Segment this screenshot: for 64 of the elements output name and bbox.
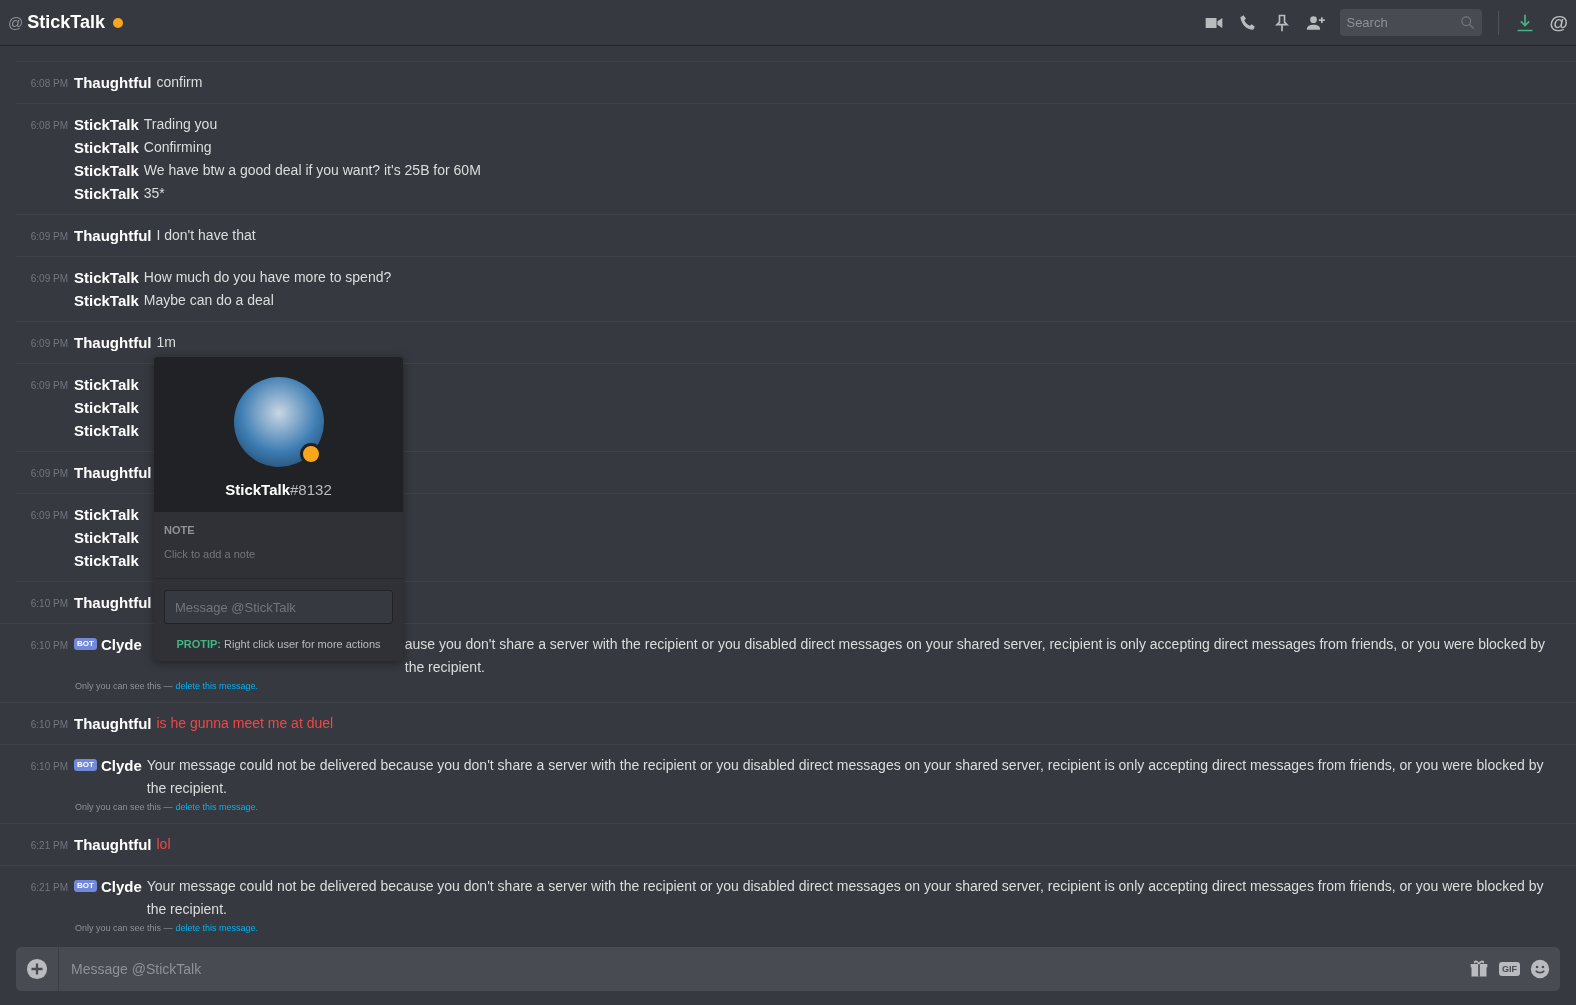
protip-text: PROTIP: Right click user for more actions: [175, 638, 382, 650]
note-label: NOTE: [164, 524, 196, 537]
ephemeral-note: Only you can see this —: [75, 681, 173, 691]
username[interactable]: StickTalk: [74, 182, 139, 205]
download-icon[interactable]: [1515, 12, 1536, 33]
username[interactable]: StickTalk: [74, 289, 139, 312]
ephemeral-note: Only you can see this —: [75, 802, 173, 812]
username[interactable]: StickTalk: [74, 549, 139, 572]
timestamp: 6:21 PM: [29, 839, 69, 853]
delete-message-link[interactable]: delete this message.: [175, 681, 259, 691]
message-text: confirm: [156, 73, 204, 92]
username[interactable]: StickTalk: [74, 373, 139, 396]
message-text: Trading you: [143, 115, 219, 134]
message-text: lol: [156, 835, 172, 854]
username[interactable]: Thaughtful: [74, 224, 152, 247]
message-text: Maybe can do a deal: [143, 291, 275, 310]
message-text: Your message could not be delivered because you don't share a server with the recipient or you disabled direct messages on your shared server, recipient is only accepting direct messages from friends, or you were blocked by the recipient.: [146, 756, 1545, 798]
username[interactable]: Clyde: [100, 754, 142, 777]
username[interactable]: Thaughtful: [74, 833, 152, 856]
message-field[interactable]: Message @StickTalk: [164, 590, 393, 624]
bot-tag: BOT: [74, 759, 97, 771]
message-text: Your message could not be delivered because you don't share a server with the recipient or you disabled direct messages on your shared server, recipient is only accepting direct messages from friends, or you were blocked by the recipient.: [146, 877, 1545, 919]
message-text: Confirming: [143, 138, 213, 157]
username[interactable]: Thaughtful: [74, 591, 152, 614]
message-text: is he gunna meet me at duel: [156, 714, 335, 733]
username[interactable]: Thaughtful: [74, 71, 152, 94]
message-text: 35*: [143, 184, 166, 203]
gif-button[interactable]: GIF: [1499, 962, 1520, 976]
username[interactable]: Clyde: [100, 633, 142, 656]
at-sign: @: [8, 14, 24, 31]
mentions-button[interactable]: @: [1549, 11, 1568, 34]
username[interactable]: StickTalk: [74, 503, 139, 526]
gift-icon[interactable]: [1469, 959, 1489, 979]
username[interactable]: StickTalk: [74, 526, 139, 549]
message-text: I don't have that: [156, 226, 257, 245]
message-text: We have btw a good deal if you want? it's 25B for 60M: [143, 161, 482, 180]
username[interactable]: StickTalk: [74, 159, 139, 182]
channel-title: StickTalk: [27, 12, 105, 33]
username[interactable]: Thaughtful: [74, 331, 152, 354]
search-field[interactable]: Search: [1340, 9, 1483, 36]
message-text: 1m: [156, 333, 177, 352]
ephemeral-note: Only you can see this —: [75, 923, 173, 933]
username[interactable]: StickTalk: [74, 266, 139, 289]
timestamp: 6:08 PM: [29, 119, 69, 133]
add-icon[interactable]: [26, 958, 48, 980]
username[interactable]: Clyde: [100, 875, 142, 898]
profile-username: StickTalk#8132: [225, 481, 332, 498]
message-text: ause you don't share a server with the recipient or you disabled direct messages on your shared server, recipient is only accepting direct messages from friends, or you were blocked by the recipient.: [404, 635, 1547, 677]
message-input[interactable]: Message @StickTalk GIF: [16, 947, 1560, 991]
username[interactable]: StickTalk: [74, 396, 139, 419]
emoji-icon[interactable]: [1530, 959, 1550, 979]
username[interactable]: Thaughtful: [74, 461, 152, 484]
bot-tag: BOT: [74, 880, 97, 892]
username[interactable]: StickTalk: [74, 419, 139, 442]
delete-message-link[interactable]: delete this message.: [175, 802, 259, 812]
timestamp: 6:21 PM: [29, 881, 69, 895]
delete-message-link[interactable]: delete this message.: [175, 923, 259, 933]
search-icon: [1460, 15, 1476, 30]
username[interactable]: StickTalk: [74, 113, 139, 136]
message-text: How much do you have more to spend?: [143, 268, 393, 287]
timestamp: 6:08 PM: [29, 77, 69, 91]
username[interactable]: Thaughtful: [74, 712, 152, 735]
username[interactable]: StickTalk: [74, 136, 139, 159]
bot-tag: BOT: [74, 638, 97, 650]
